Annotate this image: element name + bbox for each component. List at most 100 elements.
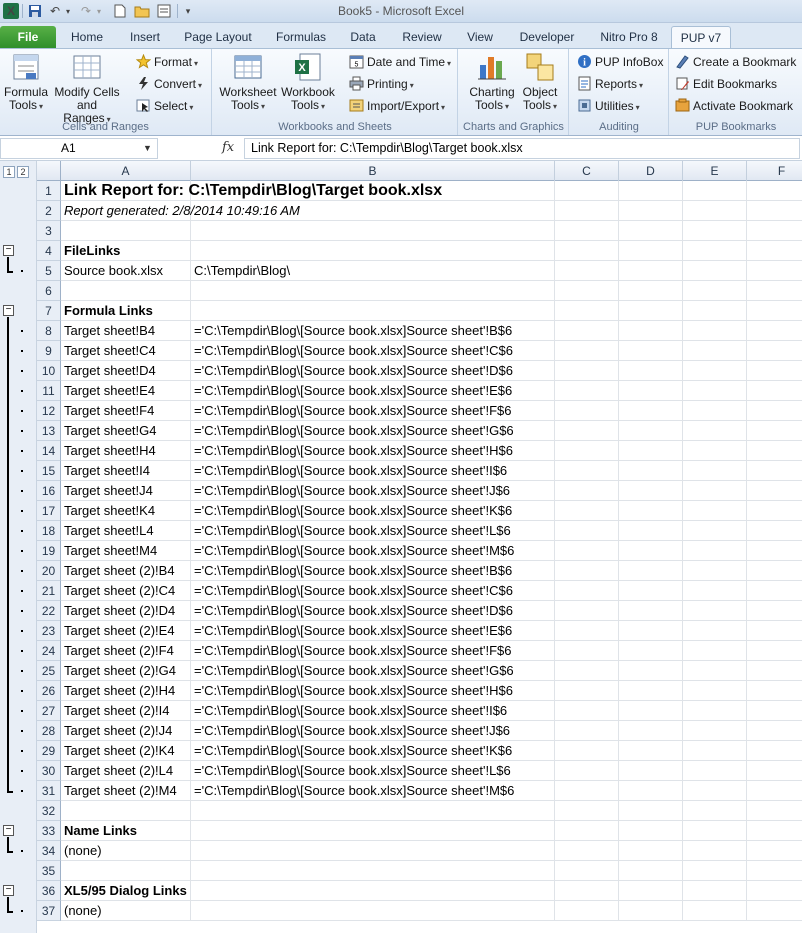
cell-b[interactable] xyxy=(191,841,555,861)
row-header[interactable]: 1 xyxy=(37,181,61,201)
cell-e[interactable] xyxy=(683,521,747,541)
row-header[interactable]: 27 xyxy=(37,701,61,721)
insert-function-icon[interactable]: fx xyxy=(222,140,234,155)
cell-d[interactable] xyxy=(619,501,683,521)
cell-b[interactable]: ='C:\Tempdir\Blog\[Source book.xlsx]Sour… xyxy=(191,541,555,561)
cell-e[interactable] xyxy=(683,601,747,621)
cell-d[interactable] xyxy=(619,521,683,541)
row-header[interactable]: 15 xyxy=(37,461,61,481)
cell-c[interactable] xyxy=(555,341,619,361)
date-and-time-button[interactable]: 5 Date and Time ▾ xyxy=(349,52,451,72)
cell-d[interactable] xyxy=(619,741,683,761)
create-bookmark-button[interactable]: Create a Bookmark xyxy=(675,52,796,72)
cell-b[interactable]: ='C:\Tempdir\Blog\[Source book.xlsx]Sour… xyxy=(191,601,555,621)
cell-c[interactable] xyxy=(555,301,619,321)
row-header[interactable]: 2 xyxy=(37,201,61,221)
row-header[interactable]: 5 xyxy=(37,261,61,281)
cell-e[interactable] xyxy=(683,641,747,661)
cell-b[interactable] xyxy=(191,901,555,921)
row-header[interactable]: 35 xyxy=(37,861,61,881)
activate-bookmark-button[interactable]: Activate Bookmark xyxy=(675,96,793,116)
cell-c[interactable] xyxy=(555,641,619,661)
cell-c[interactable] xyxy=(555,841,619,861)
cell-e[interactable] xyxy=(683,361,747,381)
row-header[interactable]: 4 xyxy=(37,241,61,261)
cell-c[interactable] xyxy=(555,421,619,441)
row-header[interactable]: 32 xyxy=(37,801,61,821)
cell-d[interactable] xyxy=(619,301,683,321)
cell-d[interactable] xyxy=(619,181,683,201)
worksheet-tools-button[interactable]: Worksheet Tools ▾ xyxy=(217,51,279,113)
row-header[interactable]: 34 xyxy=(37,841,61,861)
cell-b[interactable]: ='C:\Tempdir\Blog\[Source book.xlsx]Sour… xyxy=(191,681,555,701)
row-header[interactable]: 26 xyxy=(37,681,61,701)
cell-d[interactable] xyxy=(619,761,683,781)
cell-f[interactable] xyxy=(747,281,802,301)
cell-c[interactable] xyxy=(555,501,619,521)
row-header[interactable]: 8 xyxy=(37,321,61,341)
cell-d[interactable] xyxy=(619,341,683,361)
import-export-button[interactable]: Import/Export ▾ xyxy=(349,96,445,116)
row-header[interactable]: 9 xyxy=(37,341,61,361)
cell-f[interactable] xyxy=(747,821,802,841)
cell-d[interactable] xyxy=(619,401,683,421)
cell-d[interactable] xyxy=(619,641,683,661)
row-header[interactable]: 37 xyxy=(37,901,61,921)
column-header-d[interactable]: D xyxy=(619,161,683,181)
cell-e[interactable] xyxy=(683,261,747,281)
cell-a[interactable]: Source book.xlsx xyxy=(61,261,191,281)
cell-f[interactable] xyxy=(747,721,802,741)
cell-c[interactable] xyxy=(555,561,619,581)
collapse-group-icon[interactable]: − xyxy=(3,825,14,836)
format-button[interactable]: Format ▾ xyxy=(135,52,198,72)
cell-c[interactable] xyxy=(555,481,619,501)
cell-d[interactable] xyxy=(619,241,683,261)
cell-f[interactable] xyxy=(747,901,802,921)
cell-d[interactable] xyxy=(619,601,683,621)
cell-e[interactable] xyxy=(683,581,747,601)
cell-a[interactable]: Target sheet!B4 xyxy=(61,321,191,341)
cell-b[interactable]: ='C:\Tempdir\Blog\[Source book.xlsx]Sour… xyxy=(191,401,555,421)
cell-a[interactable]: Target sheet!L4 xyxy=(61,521,191,541)
cell-f[interactable] xyxy=(747,641,802,661)
cell-a[interactable]: Target sheet!D4 xyxy=(61,361,191,381)
tab-pup-v7[interactable]: PUP v7 xyxy=(671,26,731,48)
cell-a[interactable]: Target sheet (2)!K4 xyxy=(61,741,191,761)
cell-f[interactable] xyxy=(747,581,802,601)
cell-e[interactable] xyxy=(683,681,747,701)
tab-developer[interactable]: Developer xyxy=(512,26,582,48)
cell-b[interactable]: ='C:\Tempdir\Blog\[Source book.xlsx]Sour… xyxy=(191,621,555,641)
cell-a[interactable]: Target sheet (2)!M4 xyxy=(61,781,191,801)
cell-e[interactable] xyxy=(683,761,747,781)
cell-b[interactable]: ='C:\Tempdir\Blog\[Source book.xlsx]Sour… xyxy=(191,741,555,761)
cell-e[interactable] xyxy=(683,181,747,201)
cell-e[interactable] xyxy=(683,821,747,841)
cell-d[interactable] xyxy=(619,421,683,441)
cell-d[interactable] xyxy=(619,661,683,681)
cell-b[interactable] xyxy=(191,881,555,901)
cell-b[interactable]: C:\Tempdir\Blog\ xyxy=(191,261,555,281)
row-header[interactable]: 6 xyxy=(37,281,61,301)
cell-e[interactable] xyxy=(683,321,747,341)
cell-b[interactable]: ='C:\Tempdir\Blog\[Source book.xlsx]Sour… xyxy=(191,321,555,341)
cell-e[interactable] xyxy=(683,421,747,441)
cell-c[interactable] xyxy=(555,521,619,541)
row-header[interactable]: 29 xyxy=(37,741,61,761)
cell-e[interactable] xyxy=(683,241,747,261)
cell-f[interactable] xyxy=(747,741,802,761)
collapse-group-icon[interactable]: − xyxy=(3,245,14,256)
cell-a[interactable] xyxy=(61,801,191,821)
column-header-b[interactable]: B xyxy=(191,161,555,181)
cell-c[interactable] xyxy=(555,181,619,201)
cell-b[interactable]: ='C:\Tempdir\Blog\[Source book.xlsx]Sour… xyxy=(191,761,555,781)
cell-a[interactable] xyxy=(61,281,191,301)
cell-b[interactable] xyxy=(191,821,555,841)
cell-f[interactable] xyxy=(747,421,802,441)
cell-e[interactable] xyxy=(683,881,747,901)
cell-a[interactable]: Report generated: 2/8/2014 10:49:16 AM xyxy=(61,201,300,221)
row-header[interactable]: 12 xyxy=(37,401,61,421)
cell-c[interactable] xyxy=(555,441,619,461)
cell-b[interactable]: ='C:\Tempdir\Blog\[Source book.xlsx]Sour… xyxy=(191,721,555,741)
cell-a[interactable]: Target sheet (2)!L4 xyxy=(61,761,191,781)
convert-button[interactable]: Convert ▾ xyxy=(136,74,202,94)
